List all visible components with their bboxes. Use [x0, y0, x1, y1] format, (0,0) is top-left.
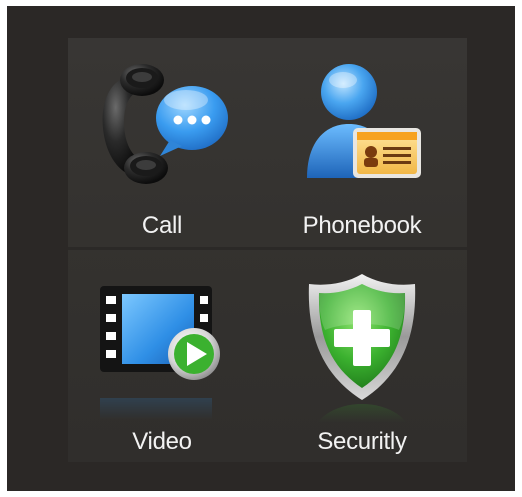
contact-card-icon: [307, 64, 421, 178]
call-label: Call: [141, 212, 183, 239]
phonebook-tile[interactable]: Phonebook: [272, 48, 452, 248]
video-play-icon: [100, 286, 220, 380]
phonebook-label: Phonebook: [302, 212, 422, 239]
video-label: Video: [132, 428, 192, 455]
video-tile[interactable]: Video: [72, 258, 252, 458]
phone-chat-icon: [102, 64, 228, 184]
security-label: Securitly: [317, 428, 407, 455]
security-tile[interactable]: Securitly: [272, 258, 452, 458]
shield-plus-icon: [308, 274, 416, 400]
call-tile[interactable]: Call: [72, 48, 252, 248]
